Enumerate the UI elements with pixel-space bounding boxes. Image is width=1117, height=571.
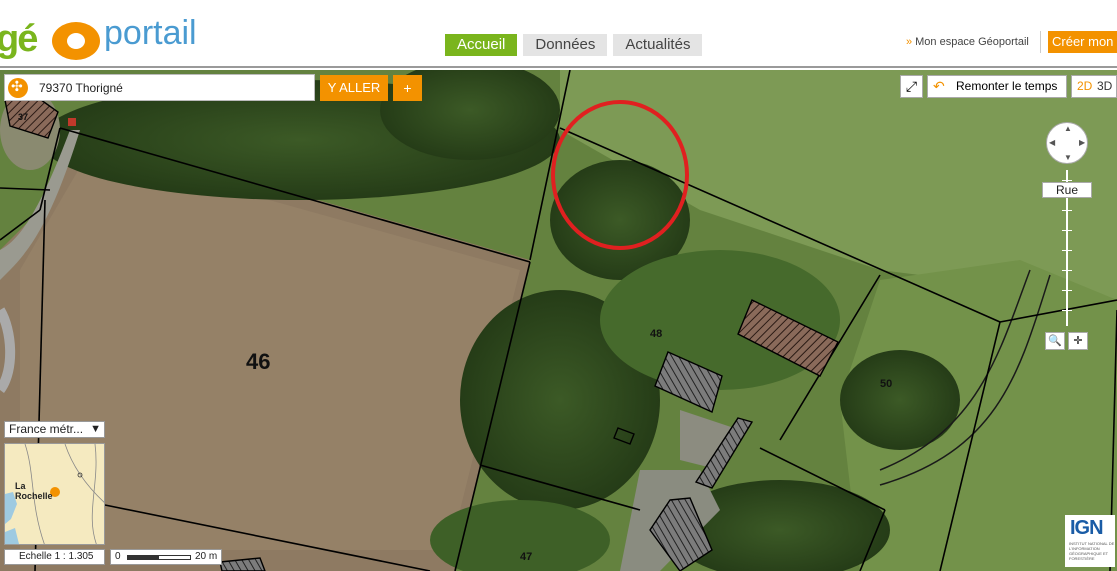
ign-subtitle: INSTITUT NATIONAL DE L'INFORMATION GÉOGR… xyxy=(1069,541,1115,561)
search-box: 79370 Thorigné xyxy=(4,74,315,101)
tab-accueil[interactable]: Accueil xyxy=(445,34,518,56)
remonter-label: Remonter le temps xyxy=(956,79,1058,93)
header-bar: gé portail Accueil Données Actualités » M… xyxy=(0,0,1117,68)
scale-bar: 0 20 m xyxy=(110,549,222,565)
tab-actualites[interactable]: Actualités xyxy=(613,34,703,56)
pan-left-icon[interactable]: ◀ xyxy=(1049,138,1055,147)
parcel-label-37: 37 xyxy=(18,112,29,122)
zoom-tick xyxy=(1062,210,1072,211)
ign-logo-text: IGN xyxy=(1070,517,1104,539)
more-options-button[interactable]: + xyxy=(393,75,422,101)
parcel-label-46: 46 xyxy=(246,349,271,374)
fullscreen-icon[interactable]: ⤢ xyxy=(900,75,923,98)
zoom-box-icon[interactable]: 🔍 xyxy=(1045,332,1065,350)
scale-bar-distance: 20 m xyxy=(195,551,218,562)
logo-o-ring xyxy=(52,22,100,60)
mode-3d-button[interactable]: 3D xyxy=(1097,76,1112,97)
minimap-city-label: La Rochelle xyxy=(15,481,53,501)
zoom-tick xyxy=(1062,310,1072,311)
chevron-right-icon: » xyxy=(906,36,913,48)
crosshair-icon[interactable]: ✛ xyxy=(1068,332,1088,350)
parcel-label-50: 50 xyxy=(880,378,893,390)
pan-right-icon[interactable]: ▶ xyxy=(1079,138,1085,147)
zoom-tick xyxy=(1062,180,1072,181)
zoom-level-label[interactable]: Rue xyxy=(1042,182,1092,198)
mon-espace-label: Mon espace Géoportail xyxy=(915,36,1029,48)
logo-portail-text: portail xyxy=(104,14,197,52)
mon-espace-link[interactable]: » Mon espace Géoportail xyxy=(906,36,1029,48)
scale-ratio: Echelle 1 : 1.305 xyxy=(4,549,105,565)
pan-compass[interactable]: ▲ ▼ ◀ ▶ xyxy=(1046,122,1088,164)
scale-bar-zero: 0 xyxy=(115,551,121,562)
ign-logo[interactable]: IGN INSTITUT NATIONAL DE L'INFORMATION G… xyxy=(1065,515,1115,567)
overview-minimap[interactable]: La Rochelle xyxy=(4,443,105,545)
view-mode-toggle: 2D 3D xyxy=(1071,75,1117,98)
tab-donnees[interactable]: Données xyxy=(523,34,608,56)
main-nav: Accueil Données Actualités xyxy=(445,34,703,56)
parcel-label-48: 48 xyxy=(650,328,663,340)
search-input[interactable]: 79370 Thorigné xyxy=(39,81,123,95)
logo-ge-text: gé xyxy=(0,18,38,60)
zoom-tick xyxy=(1062,250,1072,251)
undo-arrow-icon: ↶ xyxy=(933,78,945,94)
parcel-label-47: 47 xyxy=(520,551,533,563)
geoportail-logo[interactable]: gé portail xyxy=(0,8,220,60)
creer-compte-button[interactable]: Créer mon xyxy=(1048,31,1117,53)
go-button[interactable]: Y ALLER xyxy=(320,75,388,101)
aerial-imagery xyxy=(0,70,1117,571)
zoom-tick xyxy=(1062,290,1072,291)
region-select[interactable]: France métr... ▼ xyxy=(4,421,105,438)
region-select-value: France métr... xyxy=(9,422,84,436)
remonter-le-temps-button[interactable]: ↶ Remonter le temps xyxy=(927,75,1067,98)
pan-down-icon[interactable]: ▼ xyxy=(1064,153,1072,162)
zoom-tick xyxy=(1062,230,1072,231)
mode-2d-button[interactable]: 2D xyxy=(1077,76,1092,97)
chevron-down-icon: ▼ xyxy=(90,423,101,435)
zoom-tick xyxy=(1062,270,1072,271)
pan-up-icon[interactable]: ▲ xyxy=(1064,124,1072,133)
map-viewport[interactable]: 46 48 50 47 37 79370 Thorigné Y ALLER + … xyxy=(0,70,1117,571)
scale-bar-graphic xyxy=(127,555,191,560)
header-divider xyxy=(1040,31,1041,53)
locate-icon[interactable] xyxy=(8,78,28,98)
